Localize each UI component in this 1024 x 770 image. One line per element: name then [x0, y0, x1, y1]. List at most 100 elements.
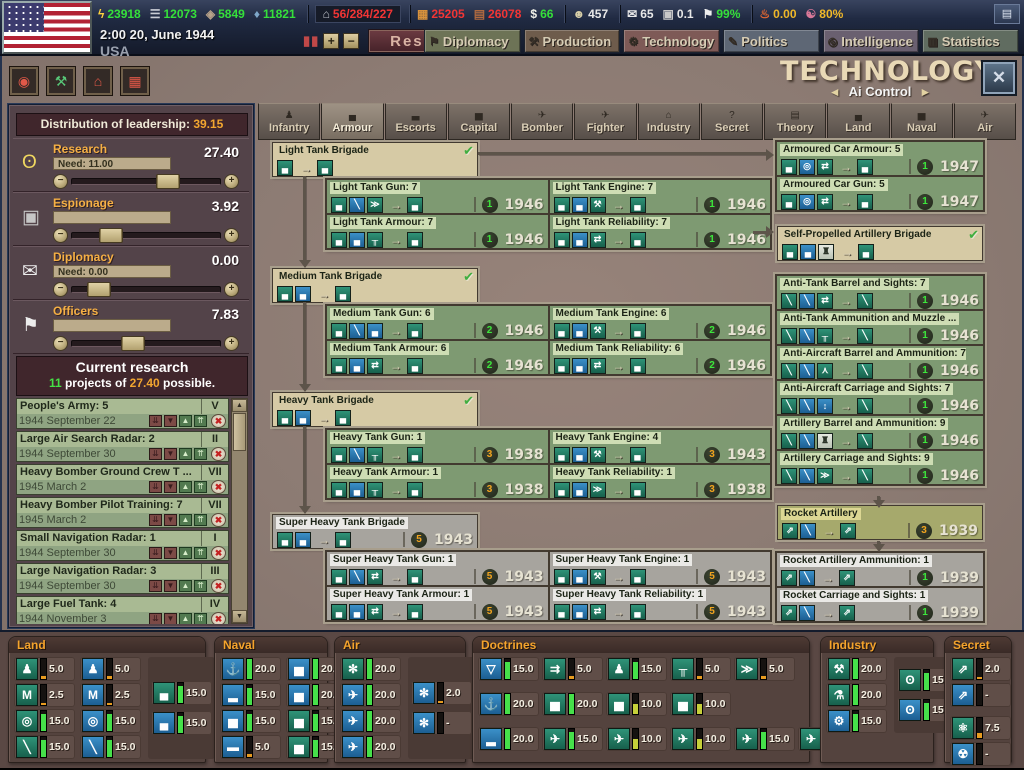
- tech-tab-capital[interactable]: ▅ Capital: [447, 103, 510, 140]
- slider-minus-button[interactable]: −: [53, 173, 68, 189]
- tech-medium-tank-brigade[interactable]: Medium Tank Brigade ✔ ▄ ▄ → ▄: [272, 268, 478, 303]
- cancel-research-button[interactable]: ✖: [211, 447, 226, 461]
- tech-tile-naval-base[interactable]: ⚓ 20.0: [478, 692, 539, 716]
- priority-lower-button[interactable]: ▼: [164, 547, 177, 559]
- tech-tile-flask[interactable]: ⚗ 20.0: [826, 683, 887, 707]
- priority-lower-button[interactable]: ▼: [164, 580, 177, 592]
- tech-medium-tank-gun-6[interactable]: Medium Tank Gun: 6 ▄ ╲ ▄ → ▄ 2 1946: [326, 305, 549, 340]
- tech-tab-industry[interactable]: ⌂ Industry: [637, 103, 700, 140]
- tech-rocket-carriage-and-sights-1[interactable]: Rocket Carriage and Sights: 1 ⇗ ╲ → ⇗ 1 1939: [776, 587, 984, 622]
- tech-tile-atom[interactable]: ⚛ 7.5: [950, 716, 1011, 740]
- tech-tile-tank[interactable]: ▄ 15.0: [151, 711, 212, 735]
- tech-anti-tank-ammunition-and-muzzle[interactable]: Anti-Tank Ammunition and Muzzle ... ╲ ╲ ╥ → ╲…: [776, 310, 984, 345]
- tech-tab-theory[interactable]: ▤ Theory: [764, 103, 827, 140]
- slider-handle[interactable]: [98, 227, 123, 243]
- tech-tile-plane-doctrine[interactable]: ✈ 10.0: [670, 727, 731, 751]
- tab-diplomacy[interactable]: ⚑ Diplomacy: [424, 29, 521, 53]
- priority-much-lower-button[interactable]: ⇊: [149, 580, 162, 592]
- priority-much-higher-button[interactable]: ⇈: [194, 448, 207, 460]
- tech-tile-landing-craft[interactable]: ▽ 15.0: [478, 657, 539, 681]
- tech-tab-infantry[interactable]: ♟ Infantry: [258, 103, 321, 140]
- tech-tab-escorts[interactable]: ▃ Escorts: [384, 103, 447, 140]
- research-item[interactable]: Heavy Bomber Pilot Training: 7 VII 1945 Ma…: [16, 497, 229, 528]
- scroll-down-icon[interactable]: ▼: [232, 610, 247, 623]
- tech-armoured-car-gun-5[interactable]: Armoured Car Gun: 5 ▄ ◎ ⇄ → ▄ 1 1947: [776, 176, 984, 211]
- priority-higher-button[interactable]: ▲: [179, 415, 192, 427]
- tech-tile-armoured-car[interactable]: ◎ 15.0: [14, 709, 75, 733]
- tech-tile-carrier[interactable]: ▬ 5.0: [220, 735, 281, 759]
- tech-tile-gears[interactable]: ⚙ 15.0: [826, 709, 887, 733]
- cancel-research-button[interactable]: ✖: [211, 414, 226, 428]
- tech-tile-rocket-doctrine[interactable]: ≫ 5.0: [734, 657, 795, 681]
- tech-heavy-tank-brigade[interactable]: Heavy Tank Brigade ✔ ▄ ▄ → ▄: [272, 392, 478, 427]
- priority-lower-button[interactable]: ▼: [164, 481, 177, 493]
- tech-tile-infantry-doctrine[interactable]: ♟ 15.0: [606, 657, 667, 681]
- tech-tile-infantry[interactable]: ♟ 5.0: [14, 657, 75, 681]
- priority-lower-button[interactable]: ▼: [164, 448, 177, 460]
- tech-armoured-car-armour-5[interactable]: Armoured Car Armour: 5 ▄ ◎ ⇄ → ▄ 1 1947: [776, 141, 984, 176]
- tech-light-tank-brigade[interactable]: Light Tank Brigade ✔ ▄ → ▄: [272, 142, 478, 177]
- priority-much-lower-button[interactable]: ⇊: [149, 514, 162, 526]
- scroll-up-icon[interactable]: ▲: [232, 399, 247, 412]
- tech-tab-land[interactable]: ▄ Land: [827, 103, 890, 140]
- close-button[interactable]: ✕: [983, 62, 1015, 94]
- slider-plus-button[interactable]: +: [224, 335, 239, 351]
- tech-tab-secret[interactable]: ? Secret: [700, 103, 763, 140]
- priority-much-higher-button[interactable]: ⇈: [194, 415, 207, 427]
- tech-tile-submarine[interactable]: ▂ 15.0: [220, 683, 281, 707]
- tech-super-heavy-tank-engine-1[interactable]: Super Heavy Tank Engine: 1 ▄ ▄ ⚒ → ▄ 5 1943: [548, 551, 771, 586]
- speed-up-button[interactable]: +: [323, 33, 340, 49]
- priority-higher-button[interactable]: ▲: [179, 481, 192, 493]
- country-flag-usa[interactable]: [2, 1, 92, 54]
- tech-tile-artillery[interactable]: ╲ 15.0: [14, 735, 75, 759]
- priority-much-lower-button[interactable]: ⇊: [149, 547, 162, 559]
- tech-tile-armoured-car[interactable]: ◎ 15.0: [80, 709, 141, 733]
- tech-medium-tank-engine-6[interactable]: Medium Tank Engine: 6 ▄ ▄ ⚒ → ▄ 2 1946: [548, 305, 771, 340]
- priority-much-lower-button[interactable]: ⇊: [149, 415, 162, 427]
- tech-anti-tank-barrel-and-sights-7[interactable]: Anti-Tank Barrel and Sights: 7 ╲ ╲ ⇄ → ╲ 1 1946: [776, 275, 984, 310]
- slider-handle[interactable]: [156, 173, 181, 189]
- next-arrow-icon[interactable]: ►: [919, 85, 931, 99]
- priority-higher-button[interactable]: ▲: [179, 547, 192, 559]
- tech-tile-cruiser[interactable]: ▅ 10.0: [670, 692, 731, 716]
- tech-light-tank-reliability-7[interactable]: Light Tank Reliability: 7 ▄ ▄ ⇄ → ▄ 1 1946: [548, 214, 771, 249]
- research-item[interactable]: Large Navigation Radar: 3 III 1944 Septemb…: [16, 563, 229, 594]
- tech-tile-artillery[interactable]: ╲ 15.0: [80, 735, 141, 759]
- priority-lower-button[interactable]: ▼: [164, 415, 177, 427]
- tech-tile-jet-engine[interactable]: ✻ -: [411, 711, 472, 735]
- tech-tab-air[interactable]: ✈ Air: [953, 103, 1016, 140]
- cancel-research-button[interactable]: ✖: [211, 579, 226, 593]
- priority-much-higher-button[interactable]: ⇈: [194, 481, 207, 493]
- tech-light-tank-engine-7[interactable]: Light Tank Engine: 7 ▄ ▄ ⚒ → ▄ 1 1946: [548, 179, 771, 214]
- construction-button[interactable]: ⚒: [47, 67, 75, 95]
- tech-tile-fighter[interactable]: ✈ 20.0: [340, 683, 401, 707]
- tab-politics[interactable]: ✎ Politics: [723, 29, 820, 53]
- cancel-research-button[interactable]: ✖: [211, 513, 226, 527]
- scrollbar[interactable]: ▲ ▼: [231, 398, 248, 624]
- tech-anti-aircraft-carriage-and-sights-7[interactable]: Anti-Aircraft Carriage and Sights: 7 ╲ ╲ ↕ →…: [776, 380, 984, 415]
- radio-button[interactable]: ◉: [10, 67, 38, 95]
- tech-tab-naval[interactable]: ▅ Naval: [890, 103, 953, 140]
- priority-much-lower-button[interactable]: ⇊: [149, 448, 162, 460]
- research-item[interactable]: Small Navigation Radar: 1 I 1944 September…: [16, 530, 229, 561]
- slider-plus-button[interactable]: +: [224, 173, 239, 189]
- priority-much-higher-button[interactable]: ⇈: [194, 613, 207, 624]
- tech-heavy-tank-armour-1[interactable]: Heavy Tank Armour: 1 ▄ ▄ ╥ → ▄ 3 1938: [326, 464, 549, 499]
- priority-much-higher-button[interactable]: ⇈: [194, 580, 207, 592]
- tab-production[interactable]: ⚒ Production: [523, 29, 621, 53]
- research-item[interactable]: Large Air Search Radar: 2 II 1944 Septembe…: [16, 431, 229, 462]
- slider-track[interactable]: [71, 227, 221, 243]
- priority-higher-button[interactable]: ▲: [179, 613, 192, 624]
- slider-track[interactable]: [71, 173, 221, 189]
- tech-rocket-artillery-ammunition-1[interactable]: Rocket Artillery Ammunition: 1 ⇗ ╲ → ⇗ 1 1939: [776, 552, 984, 587]
- slider-minus-button[interactable]: −: [53, 281, 68, 297]
- slider-plus-button[interactable]: +: [224, 227, 239, 243]
- speed-down-button[interactable]: −: [343, 33, 360, 49]
- tech-tile-infantry[interactable]: ♟ 5.0: [80, 657, 141, 681]
- slider-plus-button[interactable]: +: [224, 281, 239, 297]
- tech-tile-battleship[interactable]: ▅ 10.0: [606, 692, 667, 716]
- tech-super-heavy-tank-reliability-1[interactable]: Super Heavy Tank Reliability: 1 ▄ ▄ ⇄ → ▄ 5 194…: [548, 586, 771, 621]
- tech-tile-tank-doctrine[interactable]: ⇉ 5.0: [542, 657, 603, 681]
- slider-minus-button[interactable]: −: [53, 227, 68, 243]
- priority-much-lower-button[interactable]: ⇊: [149, 613, 162, 624]
